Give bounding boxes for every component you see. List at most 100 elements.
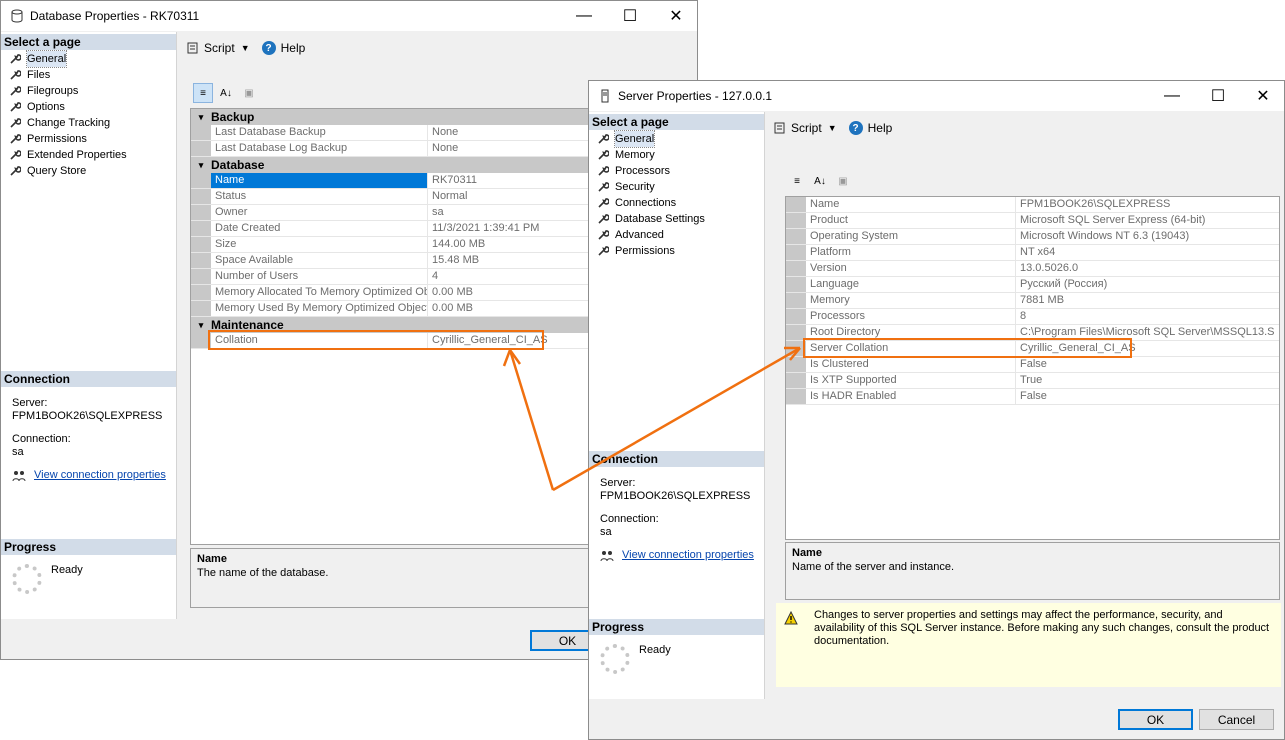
property-row[interactable]: Processors 8: [786, 309, 1279, 325]
wrench-icon: [598, 166, 609, 176]
db-window-title: Database Properties - RK70311: [30, 9, 200, 23]
srv-window-title: Server Properties - 127.0.0.1: [618, 89, 773, 103]
select-page-header: Select a page: [589, 114, 764, 130]
db-titlebar[interactable]: Database Properties - RK70311 — ☐ ✕: [1, 1, 697, 31]
script-dropdown-icon[interactable]: ▼: [241, 43, 250, 53]
property-row[interactable]: Platform NT x64: [786, 245, 1279, 261]
connection-icon: [12, 470, 26, 481]
property-row[interactable]: Operating System Microsoft Windows NT 6.3…: [786, 229, 1279, 245]
property-row[interactable]: Name FPM1BOOK26\SQLEXPRESS: [786, 197, 1279, 213]
select-page-header: Select a page: [1, 34, 176, 50]
progress-header: Progress: [589, 619, 764, 635]
wrench-icon: [10, 166, 21, 176]
wrench-icon: [10, 86, 21, 96]
page-filegroups[interactable]: Filegroups: [1, 83, 176, 99]
page-security[interactable]: Security: [589, 179, 764, 195]
page-processors[interactable]: Processors: [589, 163, 764, 179]
page-database-settings[interactable]: Database Settings: [589, 211, 764, 227]
view-connection-properties-link[interactable]: View connection properties: [34, 469, 166, 482]
srv-cancel-button[interactable]: Cancel: [1199, 709, 1274, 730]
db-left-pane: Select a page General Files Filegroups O…: [1, 32, 177, 619]
srv-connection-info: Server: FPM1BOOK26\SQLEXPRESS Connection…: [600, 477, 754, 562]
srv-titlebar[interactable]: Server Properties - 127.0.0.1 — ☐ ✕: [589, 81, 1284, 111]
connection-label: Connection:: [12, 433, 71, 445]
categorized-icon[interactable]: ≡: [193, 83, 213, 103]
server-collation-highlight: [803, 338, 1132, 358]
database-icon: [11, 9, 23, 23]
progress-header: Progress: [1, 539, 176, 555]
script-button[interactable]: Script: [204, 41, 235, 55]
page-options[interactable]: Options: [1, 99, 176, 115]
page-permissions[interactable]: Permissions: [589, 243, 764, 259]
property-row[interactable]: Product Microsoft SQL Server Express (64-…: [786, 213, 1279, 229]
srv-grid-toolbar: ≡ A↓ ▣: [787, 171, 856, 191]
categorized-icon[interactable]: ≡: [787, 171, 807, 191]
wrench-icon: [598, 246, 609, 256]
wrench-icon: [598, 134, 609, 144]
help-button[interactable]: Help: [281, 41, 306, 55]
progress-spinner-icon: [600, 644, 630, 674]
page-files[interactable]: Files: [1, 67, 176, 83]
property-pages-icon[interactable]: ▣: [239, 83, 259, 103]
srv-ok-button[interactable]: OK: [1118, 709, 1193, 730]
close-button[interactable]: ✕: [653, 1, 699, 31]
script-button[interactable]: Script: [791, 121, 822, 135]
warning-icon: [784, 611, 798, 625]
script-dropdown-icon[interactable]: ▼: [828, 123, 837, 133]
wrench-icon: [10, 102, 21, 112]
property-pages-icon[interactable]: ▣: [833, 171, 853, 191]
progress-status: Ready: [639, 644, 671, 656]
db-grid-toolbar: ≡ A↓ ▣: [193, 83, 262, 103]
property-row[interactable]: Is XTP Supported True: [786, 373, 1279, 389]
server-value: FPM1BOOK26\SQLEXPRESS: [600, 490, 751, 502]
property-row[interactable]: Memory 7881 MB: [786, 293, 1279, 309]
maximize-button[interactable]: ☐: [1195, 81, 1241, 111]
wrench-icon: [598, 230, 609, 240]
srv-description-panel: Name Name of the server and instance.: [785, 542, 1280, 600]
page-general[interactable]: General: [589, 130, 764, 148]
page-permissions[interactable]: Permissions: [1, 131, 176, 147]
close-button[interactable]: ✕: [1240, 81, 1285, 111]
sort-alphabetical-icon[interactable]: A↓: [810, 171, 830, 191]
wrench-icon: [598, 182, 609, 192]
property-row[interactable]: Is Clustered False: [786, 357, 1279, 373]
db-collation-highlight: [208, 330, 544, 350]
server-icon: [601, 89, 609, 103]
page-extended-properties[interactable]: Extended Properties: [1, 147, 176, 163]
wrench-icon: [10, 70, 21, 80]
page-change-tracking[interactable]: Change Tracking: [1, 115, 176, 131]
page-connections[interactable]: Connections: [589, 195, 764, 211]
wrench-icon: [10, 118, 21, 128]
wrench-icon: [598, 198, 609, 208]
page-query-store[interactable]: Query Store: [1, 163, 176, 179]
collapse-icon[interactable]: ▾: [191, 157, 211, 173]
minimize-button[interactable]: —: [1149, 81, 1195, 111]
srv-toolbar: Script ▼ ? Help: [773, 121, 892, 135]
collapse-icon[interactable]: ▾: [191, 109, 211, 125]
script-icon: [187, 42, 198, 54]
server-properties-window: Server Properties - 127.0.0.1 — ☐ ✕ Sele…: [588, 80, 1285, 740]
help-button[interactable]: Help: [868, 121, 893, 135]
server-value: FPM1BOOK26\SQLEXPRESS: [12, 410, 163, 422]
progress-status: Ready: [51, 564, 83, 576]
wrench-icon: [10, 134, 21, 144]
page-memory[interactable]: Memory: [589, 147, 764, 163]
connection-value: sa: [600, 526, 612, 538]
connection-label: Connection:: [600, 513, 659, 525]
help-icon: ?: [848, 121, 863, 135]
view-connection-properties-link[interactable]: View connection properties: [622, 549, 754, 562]
maximize-button[interactable]: ☐: [607, 1, 653, 31]
db-toolbar: Script ▼ ? Help: [186, 41, 305, 55]
wrench-icon: [10, 54, 21, 64]
wrench-icon: [598, 214, 609, 224]
connection-header: Connection: [589, 451, 764, 467]
property-row[interactable]: Version 13.0.5026.0: [786, 261, 1279, 277]
property-row[interactable]: Is HADR Enabled False: [786, 389, 1279, 405]
srv-property-grid[interactable]: Name FPM1BOOK26\SQLEXPRESS Product Microso…: [785, 196, 1280, 540]
server-label: Server:: [12, 397, 48, 409]
sort-alphabetical-icon[interactable]: A↓: [216, 83, 236, 103]
minimize-button[interactable]: —: [561, 1, 607, 31]
property-row[interactable]: Language Русский (Россия): [786, 277, 1279, 293]
page-general[interactable]: General: [1, 50, 176, 68]
page-advanced[interactable]: Advanced: [589, 227, 764, 243]
